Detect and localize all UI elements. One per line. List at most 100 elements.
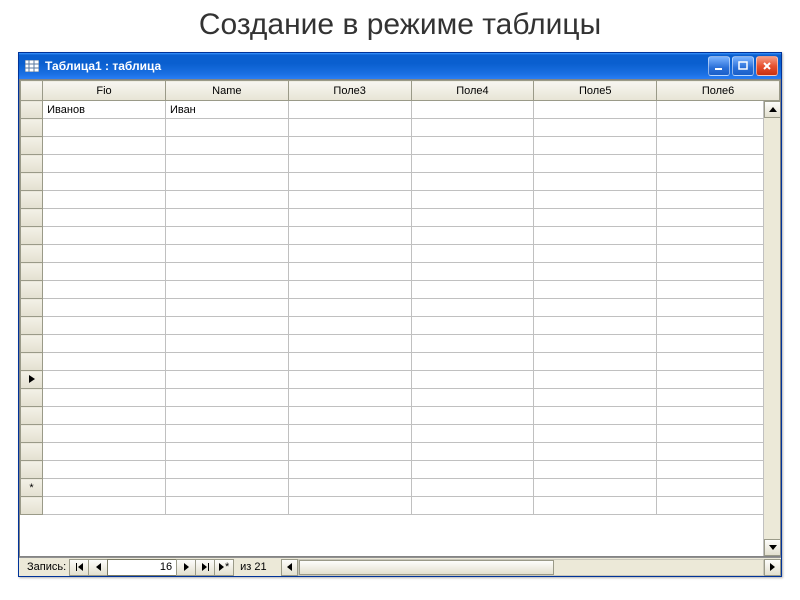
cell[interactable]	[43, 119, 166, 137]
table-row[interactable]	[21, 317, 780, 335]
cell[interactable]	[411, 317, 534, 335]
cell[interactable]	[411, 443, 534, 461]
row-selector[interactable]	[21, 119, 43, 137]
cell[interactable]	[657, 245, 780, 263]
cell[interactable]	[288, 155, 411, 173]
cell[interactable]	[165, 281, 288, 299]
row-selector[interactable]	[21, 353, 43, 371]
scroll-down-button[interactable]	[764, 539, 781, 556]
cell[interactable]	[43, 479, 166, 497]
next-record-button[interactable]	[176, 559, 196, 576]
cell[interactable]	[657, 281, 780, 299]
cell[interactable]	[411, 191, 534, 209]
cell[interactable]	[411, 137, 534, 155]
cell[interactable]	[411, 407, 534, 425]
cell[interactable]	[288, 209, 411, 227]
table-row[interactable]	[21, 389, 780, 407]
cell[interactable]	[288, 137, 411, 155]
cell[interactable]	[43, 425, 166, 443]
table-row[interactable]	[21, 425, 780, 443]
cell[interactable]	[534, 209, 657, 227]
cell[interactable]	[288, 335, 411, 353]
cell[interactable]	[534, 407, 657, 425]
cell[interactable]	[165, 353, 288, 371]
cell[interactable]	[534, 353, 657, 371]
minimize-button[interactable]	[708, 56, 730, 76]
cell[interactable]	[43, 353, 166, 371]
cell[interactable]	[165, 173, 288, 191]
close-button[interactable]	[756, 56, 778, 76]
vertical-scrollbar[interactable]	[763, 101, 780, 556]
table-row[interactable]	[21, 353, 780, 371]
row-selector[interactable]	[21, 209, 43, 227]
cell[interactable]	[657, 263, 780, 281]
cell[interactable]	[288, 353, 411, 371]
cell[interactable]	[657, 317, 780, 335]
row-selector[interactable]	[21, 299, 43, 317]
cell[interactable]	[657, 335, 780, 353]
table-row[interactable]	[21, 299, 780, 317]
cell[interactable]	[534, 443, 657, 461]
row-selector[interactable]: *	[21, 479, 43, 497]
cell[interactable]	[43, 389, 166, 407]
table-row[interactable]	[21, 461, 780, 479]
cell[interactable]	[411, 425, 534, 443]
row-selector[interactable]	[21, 101, 43, 119]
cell[interactable]	[534, 371, 657, 389]
cell[interactable]	[411, 281, 534, 299]
cell[interactable]	[43, 461, 166, 479]
cell[interactable]	[288, 263, 411, 281]
cell[interactable]	[288, 173, 411, 191]
cell[interactable]	[165, 461, 288, 479]
cell[interactable]	[534, 227, 657, 245]
row-selector[interactable]	[21, 461, 43, 479]
cell[interactable]	[288, 461, 411, 479]
cell[interactable]	[165, 443, 288, 461]
cell[interactable]	[288, 227, 411, 245]
row-selector[interactable]	[21, 497, 43, 515]
row-selector[interactable]	[21, 137, 43, 155]
cell[interactable]	[165, 263, 288, 281]
row-selector[interactable]	[21, 371, 43, 389]
cell[interactable]	[43, 317, 166, 335]
table-row[interactable]	[21, 155, 780, 173]
table-row[interactable]	[21, 407, 780, 425]
cell[interactable]	[165, 335, 288, 353]
cell[interactable]	[657, 371, 780, 389]
cell[interactable]	[43, 263, 166, 281]
row-selector[interactable]	[21, 425, 43, 443]
cell[interactable]	[288, 479, 411, 497]
cell[interactable]	[288, 317, 411, 335]
cell[interactable]	[411, 479, 534, 497]
cell[interactable]	[411, 101, 534, 119]
cell[interactable]	[657, 425, 780, 443]
cell[interactable]	[534, 335, 657, 353]
column-header[interactable]: Поле5	[534, 81, 657, 101]
cell[interactable]	[411, 371, 534, 389]
table-row[interactable]: *	[21, 479, 780, 497]
cell[interactable]	[165, 245, 288, 263]
titlebar[interactable]: Таблица1 : таблица	[19, 53, 781, 79]
cell[interactable]	[534, 137, 657, 155]
cell[interactable]	[411, 461, 534, 479]
table-row[interactable]	[21, 371, 780, 389]
datasheet-table[interactable]: Fio Name Поле3 Поле4 Поле5 Поле6 ИвановИ…	[20, 80, 780, 515]
cell[interactable]	[534, 155, 657, 173]
cell[interactable]	[165, 497, 288, 515]
row-selector[interactable]	[21, 155, 43, 173]
table-row[interactable]	[21, 191, 780, 209]
row-selector[interactable]	[21, 281, 43, 299]
cell[interactable]	[43, 209, 166, 227]
cell[interactable]	[165, 119, 288, 137]
hscroll-thumb[interactable]	[299, 560, 554, 575]
scroll-up-button[interactable]	[764, 101, 781, 118]
cell[interactable]	[165, 299, 288, 317]
horizontal-scrollbar[interactable]	[281, 558, 781, 576]
cell[interactable]	[411, 389, 534, 407]
cell[interactable]	[288, 281, 411, 299]
cell[interactable]	[657, 209, 780, 227]
cell[interactable]	[288, 245, 411, 263]
cell[interactable]	[43, 191, 166, 209]
last-record-button[interactable]	[195, 559, 215, 576]
table-row[interactable]	[21, 209, 780, 227]
